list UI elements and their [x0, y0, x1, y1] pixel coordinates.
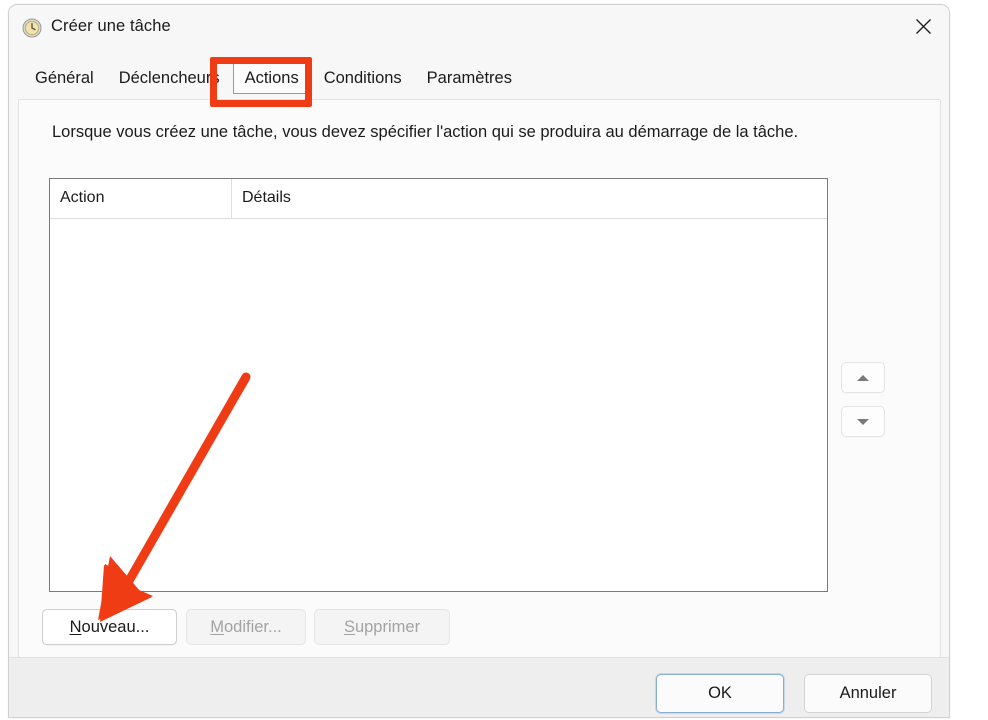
window-title: Créer une tâche	[51, 17, 171, 35]
tab-settings[interactable]: Paramètres	[415, 60, 524, 94]
cancel-button[interactable]: Annuler	[804, 674, 932, 713]
clock-icon	[22, 18, 42, 38]
tab-conditions[interactable]: Conditions	[312, 60, 414, 94]
triangle-up-icon	[857, 374, 869, 381]
tab-strip: Général Déclencheurs Actions Conditions …	[9, 49, 949, 102]
edit-button[interactable]: Modifier...	[186, 609, 306, 645]
title-bar: Créer une tâche	[9, 5, 949, 49]
edit-button-label: odifier...	[223, 617, 282, 636]
close-icon[interactable]	[897, 5, 949, 48]
triangle-down-icon	[857, 418, 869, 425]
tab-actions[interactable]: Actions	[232, 60, 311, 94]
ok-button[interactable]: OK	[656, 674, 784, 713]
column-divider	[231, 179, 232, 218]
move-up-button[interactable]	[841, 362, 885, 393]
column-header-action[interactable]: Action	[60, 189, 104, 207]
move-down-button[interactable]	[841, 406, 885, 437]
panel-description: Lorsque vous créez une tâche, vous devez…	[52, 123, 799, 141]
actions-list[interactable]: Action Détails	[49, 178, 828, 592]
actions-tab-panel: Lorsque vous créez une tâche, vous devez…	[18, 99, 941, 658]
dialog-footer: OK Annuler	[9, 657, 949, 717]
create-task-dialog: Créer une tâche Général Déclencheurs Act…	[8, 4, 950, 718]
delete-button-accesskey: S	[343, 617, 355, 636]
new-button[interactable]: Nouveau...	[42, 609, 177, 645]
delete-button[interactable]: Supprimer	[314, 609, 450, 645]
edit-button-accesskey: M	[210, 617, 224, 636]
tab-general[interactable]: Général	[23, 60, 106, 94]
new-button-label: ouveau...	[81, 617, 150, 636]
column-header-details[interactable]: Détails	[242, 189, 291, 207]
delete-button-label: upprimer	[354, 617, 421, 636]
list-body[interactable]	[50, 219, 827, 591]
new-button-accesskey: N	[69, 617, 82, 636]
list-header: Action Détails	[50, 179, 827, 219]
tab-triggers[interactable]: Déclencheurs	[107, 60, 232, 94]
